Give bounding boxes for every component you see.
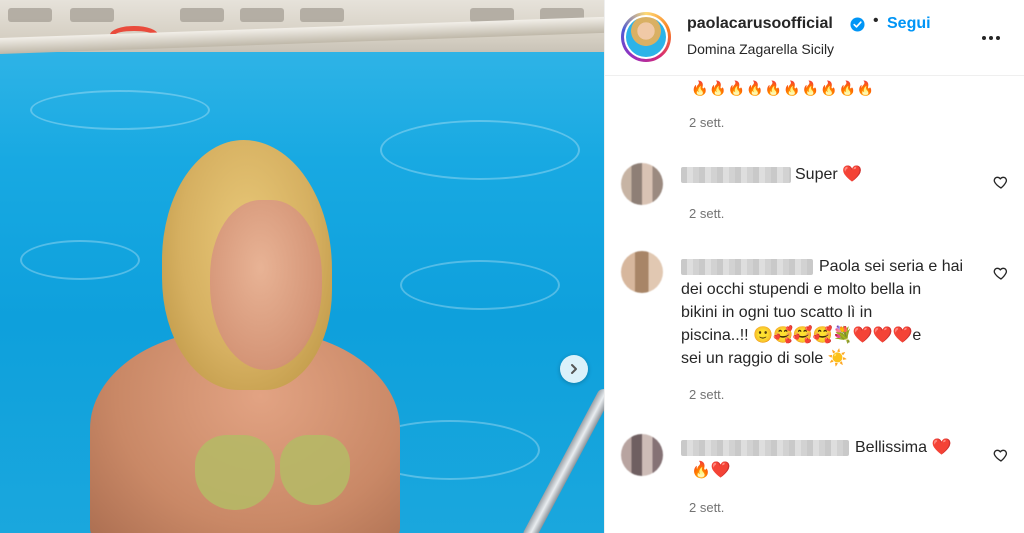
water-ripple bbox=[400, 260, 560, 310]
post-side-panel: paolacarusoofficial • Segui Domina Zagar… bbox=[604, 0, 1024, 533]
username[interactable]: paolacarusoofficial bbox=[687, 15, 833, 33]
like-comment-button[interactable] bbox=[993, 265, 1009, 281]
avatar[interactable] bbox=[621, 251, 663, 293]
chevron-right-icon bbox=[571, 364, 577, 374]
sun-lounger bbox=[8, 8, 52, 22]
comment-text-line: bikini in ogni tuo scatto lì in bbox=[681, 304, 873, 321]
bikini bbox=[195, 435, 275, 510]
comment-text-line: piscina..!! 🙂🥰🥰🥰💐❤️❤️❤️e bbox=[681, 327, 922, 344]
blurred-username[interactable] bbox=[681, 440, 849, 456]
face bbox=[210, 200, 322, 370]
blurred-username[interactable] bbox=[681, 259, 813, 275]
heart-outline-icon bbox=[993, 449, 1008, 462]
dot-icon bbox=[989, 36, 993, 40]
blurred-username[interactable] bbox=[681, 167, 791, 183]
comment-text-line: 🔥❤️ bbox=[691, 462, 731, 479]
water-ripple bbox=[380, 120, 580, 180]
sun-lounger bbox=[70, 8, 114, 22]
comment-text-line: Bellissima ❤️ bbox=[855, 439, 952, 456]
comment-text: Super ❤️ bbox=[795, 166, 863, 183]
avatar[interactable] bbox=[621, 163, 663, 205]
sun-lounger bbox=[240, 8, 284, 22]
comment-text: 🔥🔥🔥🔥🔥🔥🔥🔥🔥🔥 bbox=[691, 80, 876, 96]
bikini bbox=[280, 435, 350, 505]
post-header: paolacarusoofficial • Segui Domina Zagar… bbox=[605, 0, 1024, 76]
water-ripple bbox=[30, 90, 210, 130]
dot-icon bbox=[996, 36, 1000, 40]
woman-figure bbox=[70, 140, 400, 533]
heart-outline-icon bbox=[993, 267, 1008, 280]
heart-outline-icon bbox=[993, 176, 1008, 189]
like-comment-button[interactable] bbox=[993, 447, 1009, 463]
comment-timestamp[interactable]: 2 sett. bbox=[689, 500, 724, 515]
story-avatar[interactable] bbox=[621, 12, 671, 62]
sun-lounger bbox=[300, 8, 344, 22]
post-photo[interactable] bbox=[0, 0, 604, 533]
comment-timestamp[interactable]: 2 sett. bbox=[689, 115, 724, 130]
like-comment-button[interactable] bbox=[993, 174, 1009, 190]
more-options-button[interactable] bbox=[979, 26, 1003, 50]
next-photo-button[interactable] bbox=[560, 355, 588, 383]
dot-icon bbox=[982, 36, 986, 40]
avatar bbox=[626, 17, 666, 57]
comment-text-line: Paola sei seria e hai bbox=[819, 258, 964, 275]
comment-timestamp[interactable]: 2 sett. bbox=[689, 206, 724, 221]
separator: • bbox=[873, 12, 879, 29]
location-link[interactable]: Domina Zagarella Sicily bbox=[687, 41, 834, 57]
comment-text-line: dei occhi stupendi e molto bella in bbox=[681, 281, 922, 298]
verified-badge-icon bbox=[850, 17, 865, 32]
comment-timestamp[interactable]: 2 sett. bbox=[689, 387, 724, 402]
follow-button[interactable]: Segui bbox=[887, 15, 931, 33]
sun-lounger bbox=[180, 8, 224, 22]
avatar[interactable] bbox=[621, 434, 663, 476]
comment-text-line: sei un raggio di sole ☀️ bbox=[681, 350, 848, 367]
